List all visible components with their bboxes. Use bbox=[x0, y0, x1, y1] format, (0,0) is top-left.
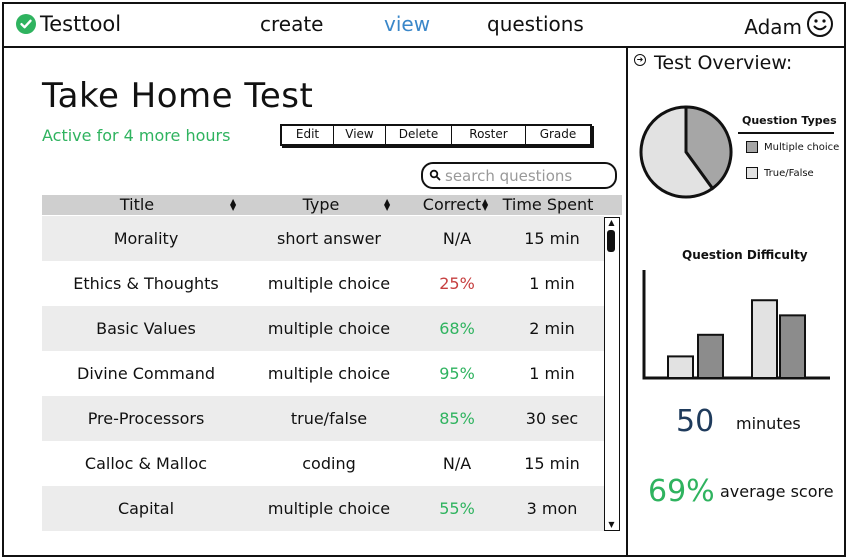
question-types-legend-title: Question Types bbox=[742, 114, 837, 127]
overview-title: ➜ Test Overview: bbox=[634, 52, 792, 74]
question-type-cell: multiple choice bbox=[267, 499, 391, 518]
question-time-cell: 30 sec bbox=[525, 409, 579, 428]
check-circle-icon bbox=[16, 14, 36, 34]
app-logo[interactable]: Testtool bbox=[16, 12, 121, 36]
question-time-cell: 2 min bbox=[529, 319, 575, 338]
question-correct-cell: 85% bbox=[439, 409, 475, 428]
roster-button[interactable]: Roster bbox=[452, 126, 526, 144]
test-status: Active for 4 more hours bbox=[42, 126, 231, 145]
minutes-label: minutes bbox=[736, 414, 801, 433]
sort-icon[interactable]: ▲ ▼ bbox=[482, 198, 488, 212]
scroll-down-arrow-icon[interactable]: ▼ bbox=[606, 521, 617, 529]
question-type-cell: multiple choice bbox=[267, 274, 391, 293]
search-box bbox=[421, 162, 617, 189]
average-score-label: average score bbox=[720, 482, 834, 501]
question-correct-cell: 68% bbox=[439, 319, 475, 338]
edit-button[interactable]: Edit bbox=[282, 126, 334, 144]
table-row[interactable]: Basic Values multiple choice 68% 2 min bbox=[42, 306, 604, 351]
question-title-cell: Divine Command bbox=[77, 364, 215, 383]
question-title-cell: Ethics & Thoughts bbox=[73, 274, 219, 293]
question-correct-cell: 25% bbox=[439, 274, 475, 293]
view-button[interactable]: View bbox=[334, 126, 386, 144]
question-correct-cell: N/A bbox=[442, 229, 472, 248]
column-header-title[interactable]: Title bbox=[42, 195, 232, 215]
test-overview-panel: ➜ Test Overview: Question Types Multiple… bbox=[626, 46, 844, 557]
question-difficulty-title: Question Difficulty bbox=[682, 248, 808, 262]
question-title-cell: Calloc & Malloc bbox=[84, 454, 208, 473]
search-input[interactable] bbox=[445, 166, 605, 185]
app-name: Testtool bbox=[40, 12, 122, 36]
delete-button[interactable]: Delete bbox=[386, 126, 452, 144]
question-time-cell: 1 min bbox=[529, 274, 575, 293]
action-button-group: Edit View Delete Roster Grade bbox=[280, 124, 592, 146]
difficulty-bar bbox=[697, 333, 724, 380]
difficulty-bar bbox=[779, 314, 806, 379]
scroll-up-arrow-icon[interactable]: ▲ bbox=[606, 219, 617, 227]
question-difficulty-bar-chart bbox=[642, 270, 830, 380]
user-menu[interactable]: Adam bbox=[744, 10, 834, 43]
sort-icon[interactable]: ▲ ▼ bbox=[384, 198, 390, 212]
difficulty-bar bbox=[667, 355, 694, 380]
question-time-cell: 15 min bbox=[524, 454, 580, 473]
question-correct-cell: 95% bbox=[439, 364, 475, 383]
question-type-cell: true/false bbox=[290, 409, 368, 428]
table-row[interactable]: Divine Command multiple choice 95% 1 min bbox=[42, 351, 604, 396]
column-header-correct[interactable]: Correct bbox=[412, 195, 492, 215]
question-time-cell: 1 min bbox=[529, 364, 575, 383]
question-correct-cell: 55% bbox=[439, 499, 475, 518]
question-title-cell: Capital bbox=[117, 499, 175, 518]
table-row[interactable]: Ethics & Thoughts multiple choice 25% 1 min bbox=[42, 261, 604, 306]
legend-swatch bbox=[746, 167, 758, 179]
legend-item-true-false: True/False bbox=[746, 167, 814, 179]
nav-create[interactable]: create bbox=[260, 12, 324, 36]
table-scrollbar[interactable]: ▲ ▼ bbox=[604, 217, 620, 531]
table-row[interactable]: Calloc & Malloc coding N/A 15 min bbox=[42, 441, 604, 486]
question-title-cell: Morality bbox=[113, 229, 179, 248]
question-type-cell: short answer bbox=[277, 229, 381, 248]
nav-view[interactable]: view bbox=[384, 12, 430, 36]
legend-item-multiple-choice: Multiple choice bbox=[746, 141, 839, 153]
column-header-type[interactable]: Type bbox=[256, 195, 386, 215]
table-row[interactable]: Morality short answer N/A 15 min bbox=[42, 216, 604, 261]
legend-swatch bbox=[746, 141, 758, 153]
question-correct-cell: N/A bbox=[442, 454, 472, 473]
average-score-value: 69% bbox=[648, 474, 715, 509]
smiley-avatar-icon bbox=[806, 10, 834, 43]
question-types-pie-chart bbox=[639, 105, 733, 199]
question-time-cell: 3 mon bbox=[526, 499, 578, 518]
search-icon bbox=[429, 166, 441, 185]
page-title: Take Home Test bbox=[42, 76, 314, 116]
minutes-value: 50 bbox=[676, 404, 715, 439]
table-row[interactable]: Pre-Processors true/false 85% 30 sec bbox=[42, 396, 604, 441]
collapse-arrow-icon[interactable]: ➜ bbox=[634, 54, 646, 66]
user-name: Adam bbox=[744, 14, 802, 39]
top-navbar: Testtool create view questions Adam bbox=[4, 4, 844, 48]
question-title-cell: Basic Values bbox=[96, 319, 196, 338]
question-table-body: Morality short answer N/A 15 min Ethics & Th… bbox=[42, 216, 604, 531]
question-title-cell: Pre-Processors bbox=[87, 409, 205, 428]
question-type-cell: coding bbox=[302, 454, 356, 473]
question-type-cell: multiple choice bbox=[267, 319, 391, 338]
sort-icon[interactable]: ▲ ▼ bbox=[230, 198, 236, 212]
scroll-thumb[interactable] bbox=[607, 230, 615, 252]
nav-questions[interactable]: questions bbox=[487, 12, 584, 36]
grade-button[interactable]: Grade bbox=[526, 126, 590, 144]
app-window: Testtool create view questions Adam Take… bbox=[2, 2, 846, 557]
difficulty-bar bbox=[751, 299, 778, 380]
column-header-time-spent[interactable]: Time Spent bbox=[498, 195, 598, 215]
table-row[interactable]: Capital multiple choice 55% 3 mon bbox=[42, 486, 604, 531]
table-header: Title ▲ ▼ Type ▲ ▼ Correct ▲ ▼ Time Spent bbox=[42, 195, 622, 215]
question-time-cell: 15 min bbox=[524, 229, 580, 248]
question-type-cell: multiple choice bbox=[267, 364, 391, 383]
legend-divider bbox=[738, 132, 834, 134]
